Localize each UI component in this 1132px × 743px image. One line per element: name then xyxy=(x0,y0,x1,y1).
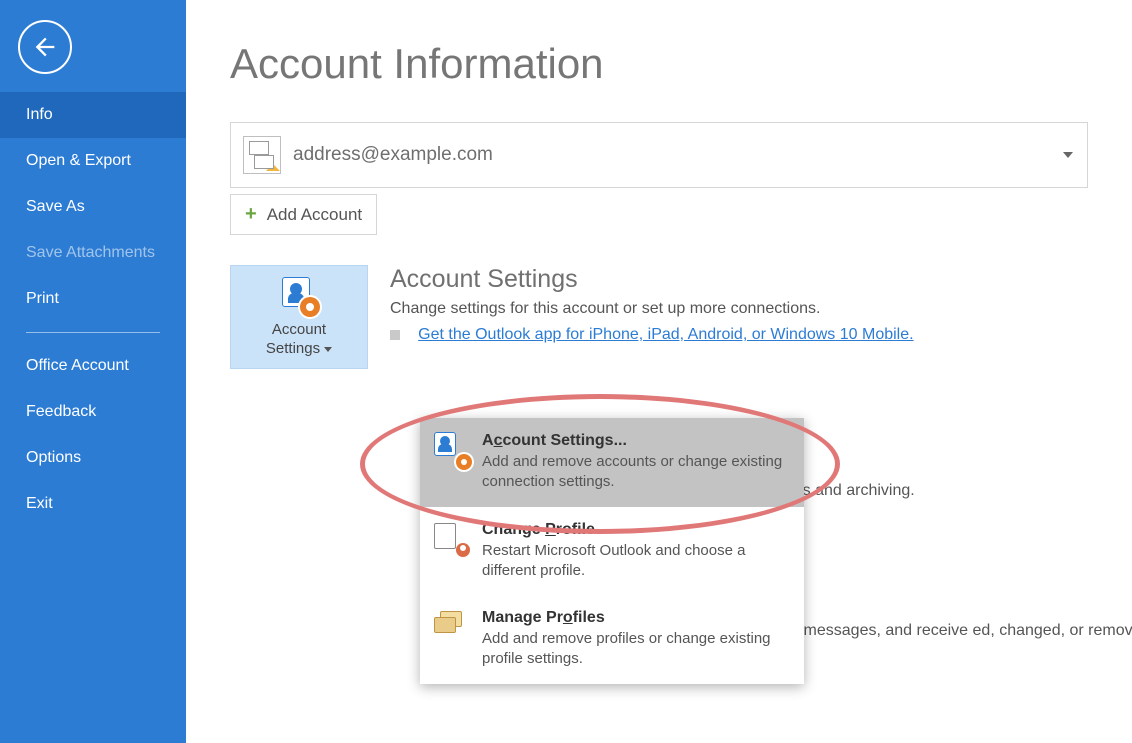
account-selector[interactable]: address@example.com xyxy=(230,122,1088,188)
sidebar-item-options[interactable]: Options xyxy=(0,435,186,481)
sidebar-item-info[interactable]: Info xyxy=(0,92,186,138)
main-panel: Account Information address@example.com … xyxy=(186,0,1132,743)
account-settings-heading: Account Settings xyxy=(390,265,914,294)
sidebar-item-exit[interactable]: Exit xyxy=(0,481,186,527)
account-settings-desc: Change settings for this account or set … xyxy=(390,300,914,318)
chg-icon xyxy=(434,521,468,555)
chevron-down-icon xyxy=(1063,152,1073,158)
back-button[interactable] xyxy=(18,20,72,74)
account-email: address@example.com xyxy=(293,144,493,166)
menu-item-desc: Add and remove accounts or change existi… xyxy=(482,452,788,493)
plus-icon: + xyxy=(245,203,257,226)
sidebar-item-feedback[interactable]: Feedback xyxy=(0,389,186,435)
menu-item-title: Manage Profiles xyxy=(482,609,788,627)
get-outlook-app-link[interactable]: Get the Outlook app for iPhone, iPad, An… xyxy=(418,326,913,343)
chevron-down-icon xyxy=(324,347,332,352)
account-settings-menu: Account Settings... Add and remove accoun… xyxy=(420,418,804,684)
sidebar-item-office-account[interactable]: Office Account xyxy=(0,343,186,389)
menu-item-managepr[interactable]: Manage Profiles Add and remove profiles o… xyxy=(420,595,804,684)
acct-icon xyxy=(434,432,468,466)
sidebar-item-print[interactable]: Print xyxy=(0,276,186,322)
sidebar-item-save-as[interactable]: Save As xyxy=(0,184,186,230)
menu-item-desc: Add and remove profiles or change existi… xyxy=(482,629,788,670)
sidebar-item-save-attachments: Save Attachments xyxy=(0,230,186,276)
menu-item-a[interactable]: Account Settings... Add and remove accoun… xyxy=(420,418,804,507)
menu-item-desc: Restart Microsoft Outlook and choose a d… xyxy=(482,541,788,582)
add-account-button[interactable]: + Add Account xyxy=(230,194,377,235)
menu-item-change[interactable]: Change Profile Restart Microsoft Outlook … xyxy=(420,507,804,596)
account-settings-split-button[interactable]: Account Settings xyxy=(230,265,368,369)
menu-item-title: Change Profile xyxy=(482,521,788,539)
add-account-label: Add Account xyxy=(267,205,362,225)
user-gear-icon xyxy=(278,275,320,317)
sidebar-item-open-export[interactable]: Open & Export xyxy=(0,138,186,184)
sidebar-separator xyxy=(26,332,160,333)
backstage-sidebar: InfoOpen & ExportSave AsSave Attachments… xyxy=(0,0,186,743)
menu-item-title: Account Settings... xyxy=(482,432,788,450)
mailbox-icon xyxy=(243,136,281,174)
mng-icon xyxy=(434,609,468,643)
page-title: Account Information xyxy=(230,40,1088,88)
bullet-icon xyxy=(390,330,400,340)
arrow-left-icon xyxy=(31,33,59,61)
